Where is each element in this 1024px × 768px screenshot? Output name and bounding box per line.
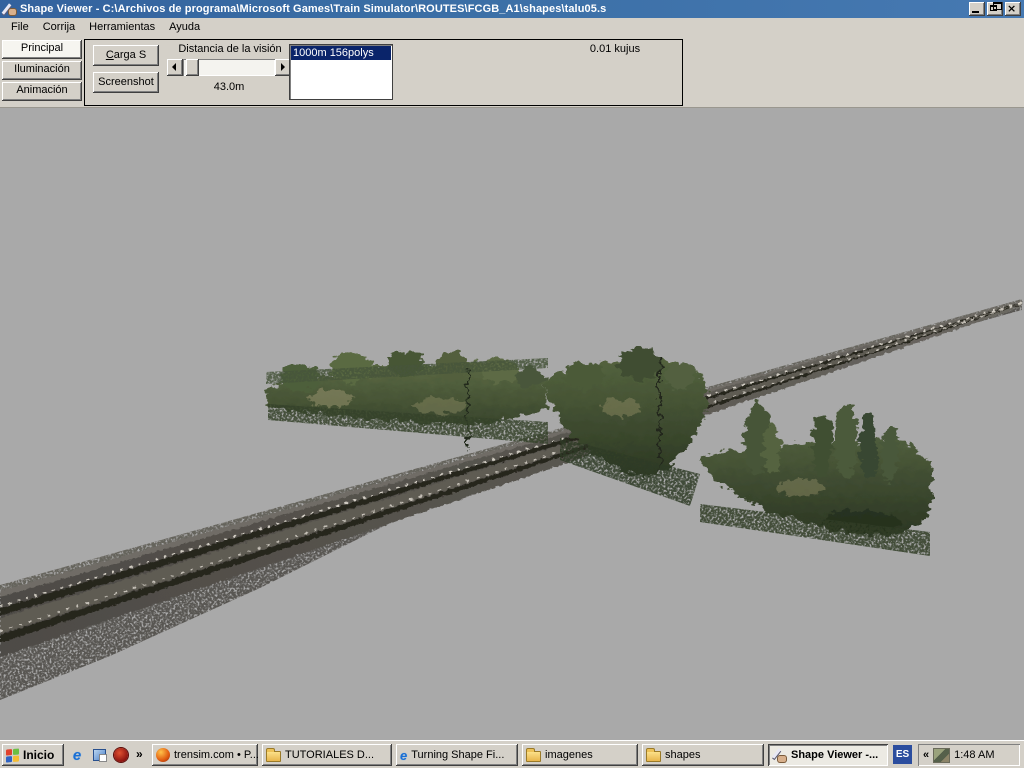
internet-explorer-icon: e: [400, 748, 407, 763]
taskbar-item-imagenes[interactable]: imagenes: [522, 744, 638, 766]
screenshot-button[interactable]: Screenshot: [93, 72, 159, 93]
right-arrow-icon: [281, 63, 285, 71]
tab-principal[interactable]: Principal: [2, 40, 82, 59]
start-label: Inicio: [23, 748, 54, 762]
show-desktop-icon[interactable]: [90, 746, 108, 764]
system-tray: « 1:48 AM: [918, 744, 1020, 766]
taskbar-item-label: Turning Shape Fi...: [411, 749, 504, 761]
slider-left-arrow[interactable]: [167, 59, 183, 76]
taskbar-item-shapes[interactable]: shapes: [642, 744, 764, 766]
red-app-icon[interactable]: [112, 746, 130, 764]
title-bar: Shape Viewer - C:\Archivos de programa\M…: [0, 0, 1024, 18]
minimize-icon: [972, 11, 979, 13]
folder-icon: [266, 751, 281, 762]
menu-file[interactable]: File: [4, 19, 36, 35]
language-indicator[interactable]: ES: [893, 745, 912, 764]
firefox-icon: [156, 748, 170, 762]
view-distance-slider[interactable]: [167, 59, 291, 76]
folder-icon: [646, 751, 661, 762]
shape-viewer-icon: [3, 2, 17, 16]
view-distance-value: 43.0m: [167, 81, 291, 93]
restore-icon: [990, 5, 997, 11]
restore-button[interactable]: [987, 2, 1003, 16]
taskbar-item-label: Shape Viewer -...: [791, 749, 878, 761]
load-shape-label: arga S: [114, 49, 146, 61]
window-title: Shape Viewer - C:\Archivos de programa\M…: [20, 3, 969, 15]
clock: 1:48 AM: [954, 749, 994, 761]
taskbar-item-turning-shape[interactable]: e Turning Shape Fi...: [396, 744, 518, 766]
taskbar-item-tutoriales[interactable]: TUTORIALES D...: [262, 744, 392, 766]
folder-icon: [526, 751, 541, 762]
main-control-panel: Carga S Screenshot Distancia de la visió…: [84, 39, 683, 106]
left-arrow-icon: [172, 63, 176, 71]
taskbar-item-label: TUTORIALES D...: [285, 749, 374, 761]
lod-item[interactable]: 1000m 156polys: [291, 46, 391, 60]
taskbar-item-label: imagenes: [545, 749, 593, 761]
shape-viewer-icon: [772, 748, 787, 762]
menu-corrija[interactable]: Corrija: [36, 19, 82, 35]
toolbar: Principal Iluminación Animación Carga S …: [0, 36, 1024, 108]
red-orb-glyph: [114, 748, 128, 762]
close-icon: ×: [1007, 3, 1016, 14]
desktop-glyph: [93, 749, 106, 761]
tab-iluminacion[interactable]: Iluminación: [2, 61, 82, 80]
taskbar-item-trensim[interactable]: trensim.com • P...: [152, 744, 258, 766]
menu-ayuda[interactable]: Ayuda: [162, 19, 207, 35]
load-shape-button[interactable]: Carga S: [93, 45, 159, 66]
taskbar-item-label: trensim.com • P...: [174, 749, 258, 761]
taskbar: Inicio e » trensim.com • P... TUTORIALES…: [0, 740, 1024, 768]
ie-glyph: e: [73, 748, 81, 763]
menu-bar: File Corrija Herramientas Ayuda: [0, 18, 1024, 36]
quicklaunch-overflow-chevron[interactable]: »: [136, 747, 143, 761]
taskbar-item-shape-viewer[interactable]: Shape Viewer -...: [768, 744, 888, 766]
3d-viewport[interactable]: [0, 108, 1024, 740]
taskbar-item-label: shapes: [665, 749, 700, 761]
lod-listbox[interactable]: 1000m 156polys: [289, 44, 393, 100]
menu-herramientas[interactable]: Herramientas: [82, 19, 162, 35]
tray-collapse-chevron[interactable]: «: [923, 749, 929, 761]
close-button[interactable]: ×: [1005, 2, 1021, 16]
picture-icon[interactable]: [933, 748, 950, 763]
internet-explorer-icon[interactable]: e: [68, 746, 86, 764]
windows-logo-icon: [6, 748, 20, 762]
load-shape-hotkey: C: [106, 49, 114, 61]
slider-channel[interactable]: [183, 59, 275, 76]
slider-thumb[interactable]: [186, 59, 199, 76]
start-button[interactable]: Inicio: [2, 744, 64, 766]
view-distance-label: Distancia de la visión: [163, 43, 297, 55]
render-time-label: 0.01 kujus: [545, 43, 685, 55]
3d-scene: [0, 108, 1024, 740]
tab-animacion[interactable]: Animación: [2, 82, 82, 101]
minimize-button[interactable]: [969, 2, 985, 16]
